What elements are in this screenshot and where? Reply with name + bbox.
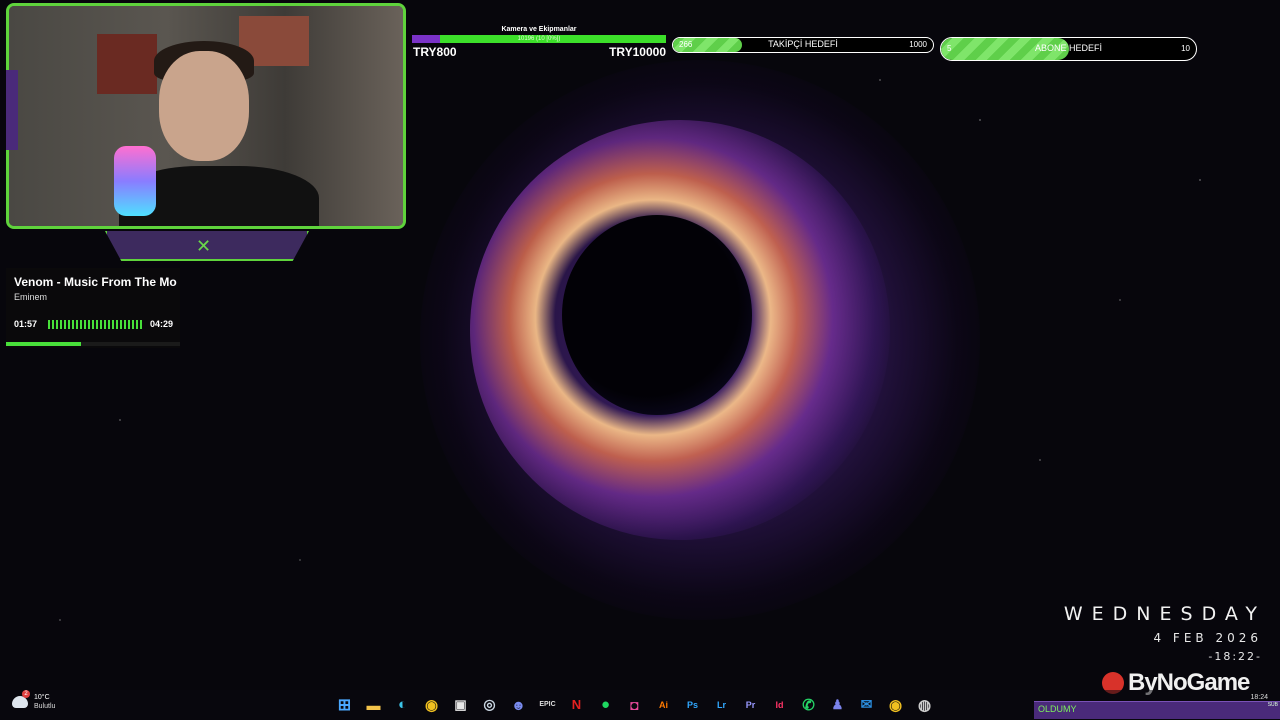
waveform-bar	[116, 319, 118, 329]
subscriber-goal-widget: 5 ABONE HEDEFİ 10	[940, 37, 1197, 61]
waveform-bar	[128, 319, 130, 329]
waveform-bar	[92, 319, 94, 329]
follower-goal-target: 1000	[909, 40, 927, 49]
taskbar-apps: ⊞ ▬ ◐ ◉ ▣ ◎ ☻ EPIC N ● ◘ Ai Ps Lr Pr Id …	[333, 693, 936, 716]
waveform-bar	[72, 319, 74, 329]
obs-icon[interactable]: ◍	[913, 693, 936, 716]
netflix-icon[interactable]: N	[565, 693, 588, 716]
date-label: 4 FEB 2026	[1153, 631, 1262, 645]
whatsapp-icon[interactable]: ✆	[797, 693, 820, 716]
track-progress-fill	[6, 342, 81, 346]
weather-condition: Bulutlu	[34, 703, 56, 710]
waveform-bar	[56, 319, 58, 329]
wall-poster	[97, 34, 157, 94]
waveform-bar	[96, 319, 98, 329]
track-duration: 04:29	[150, 319, 174, 329]
file-explorer-icon[interactable]: ▬	[362, 693, 385, 716]
waveform-bar	[88, 319, 90, 329]
lightroom-icon[interactable]: Lr	[710, 693, 733, 716]
waveform-bar	[100, 319, 102, 329]
microphone	[114, 146, 156, 216]
weekday-label: WEDNESDAY	[1063, 603, 1266, 625]
waveform-bar	[84, 319, 86, 329]
chat-username: OLDUMY	[1038, 704, 1077, 714]
waveform-bar	[64, 319, 66, 329]
ms-store-icon[interactable]: ▣	[449, 693, 472, 716]
donation-goal-widget: Kamera ve Ekipmanlar 10196 (10 [0%]) TRY…	[412, 24, 666, 60]
weather-badge: 2	[22, 690, 30, 698]
track-title: Venom - Music From The Mo	[14, 275, 177, 289]
black-hole	[562, 215, 752, 415]
track-artist: Eminem	[14, 292, 48, 302]
chrome-icon[interactable]: ◉	[420, 693, 443, 716]
donation-current: TRY800	[413, 45, 457, 59]
waveform-bar	[120, 319, 122, 329]
donation-goal-bar-text: 10196 (10 [0%])	[517, 36, 561, 42]
edge-icon[interactable]: ◐	[391, 693, 414, 716]
webcam-frame-accent	[6, 70, 18, 150]
waveform-bar	[80, 319, 82, 329]
waveform-bar	[52, 319, 54, 329]
cloud-icon: 2	[12, 690, 30, 708]
waveform-bar	[108, 319, 110, 329]
donation-goal-title: Kamera ve Ekipmanlar	[501, 26, 577, 33]
taskbar-clock[interactable]: 18:24	[1250, 694, 1268, 701]
waveform-bar	[104, 319, 106, 329]
indesign-icon[interactable]: Id	[768, 693, 791, 716]
waveform-bar	[68, 319, 70, 329]
subscriber-goal-target: 10	[1181, 44, 1190, 53]
track-progress-bar	[6, 342, 180, 346]
waveform-bar	[140, 319, 142, 329]
webcam-frame	[6, 3, 406, 229]
illustrator-icon[interactable]: Ai	[652, 693, 675, 716]
instagram-icon[interactable]: ◘	[623, 693, 646, 716]
streamer-face	[159, 51, 249, 161]
photoshop-icon[interactable]: Ps	[681, 693, 704, 716]
waveform-bar	[48, 319, 50, 329]
time-label: -18:22-	[1208, 650, 1262, 663]
outlook-icon[interactable]: ✉	[855, 693, 878, 716]
channel-logo-icon: ✕	[196, 236, 212, 257]
track-elapsed: 01:57	[14, 319, 38, 329]
chat-sub-tag: SUB	[1267, 702, 1278, 708]
teams-icon[interactable]: ♟	[826, 693, 849, 716]
weather-widget[interactable]: 2 10°C Bulutlu	[12, 690, 56, 711]
chat-notification: OLDUMY SUB	[1034, 701, 1280, 719]
waveform-bar	[60, 319, 62, 329]
waveform-bar	[112, 319, 114, 329]
follower-goal-label: TAKİPÇİ HEDEFİ	[768, 39, 838, 49]
epic-games-icon[interactable]: EPIC	[536, 693, 559, 716]
spotify-icon[interactable]: ●	[594, 693, 617, 716]
waveform-bar	[132, 319, 134, 329]
windows-start-icon[interactable]: ⊞	[333, 693, 356, 716]
donation-target: TRY10000	[609, 45, 666, 59]
premiere-icon[interactable]: Pr	[739, 693, 762, 716]
waveform-bar	[136, 319, 138, 329]
chrome-alt-icon[interactable]: ◉	[884, 693, 907, 716]
donation-goal-bar: 10196 (10 [0%])	[412, 35, 666, 43]
waveform-bar	[76, 319, 78, 329]
discord-icon[interactable]: ☻	[507, 693, 530, 716]
subscriber-goal-label: ABONE HEDEFİ	[1034, 43, 1102, 53]
waveform-bar	[124, 319, 126, 329]
steam-icon[interactable]: ◎	[478, 693, 501, 716]
now-playing-widget: Venom - Music From The Mo Eminem 01:57 0…	[6, 268, 180, 348]
weather-temperature: 10°C	[34, 694, 50, 701]
follower-goal-widget: 266 TAKİPÇİ HEDEFİ 1000	[672, 37, 934, 53]
audio-waveform	[48, 319, 144, 329]
